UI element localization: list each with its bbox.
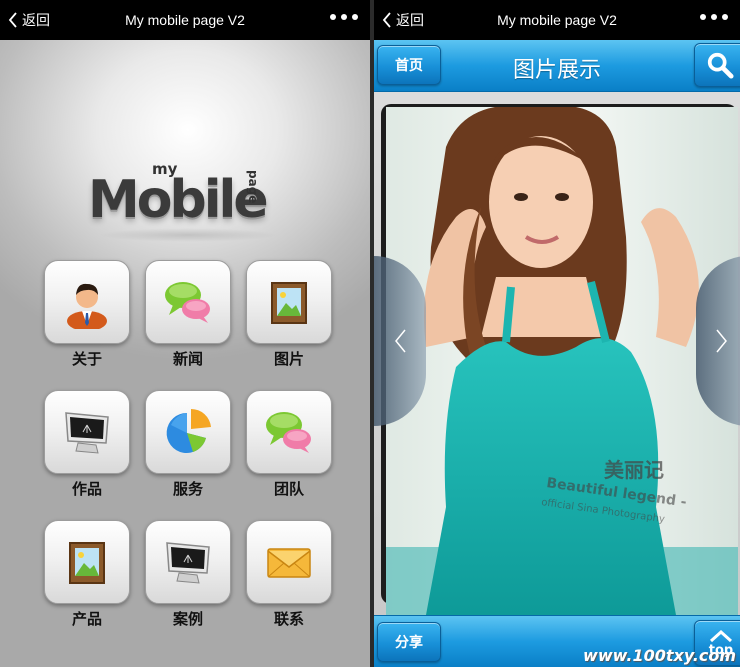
pie-chart-icon <box>166 408 211 453</box>
more-menu-button[interactable] <box>330 14 358 20</box>
prev-photo-button[interactable] <box>374 256 426 426</box>
search-button[interactable] <box>694 43 740 87</box>
chat-icon <box>266 412 311 453</box>
chevron-left-icon <box>382 12 391 28</box>
back-label: 返回 <box>396 12 424 28</box>
tile-about[interactable]: 关于 <box>44 260 130 380</box>
user-icon <box>67 283 107 329</box>
gallery-screen: 返回 My mobile page V2 首页 图片展示 美丽记 Beautif… <box>374 0 740 667</box>
tile-label: 图片 <box>273 350 304 368</box>
mobile-logo: my Mobile page <box>88 160 288 242</box>
tile-label: 作品 <box>71 480 102 498</box>
monitor-icon <box>166 542 210 584</box>
chevron-left-icon <box>395 329 406 353</box>
gallery-title: 图片展示 <box>512 58 601 83</box>
top-bar: 返回 My mobile page V2 <box>374 0 740 40</box>
tile-label: 案例 <box>172 610 203 628</box>
back-label: 返回 <box>22 12 50 28</box>
woman-photo: 美丽记 Beautiful legend - official Sina Pho… <box>386 107 738 615</box>
picture-frame-icon <box>69 542 105 584</box>
picture-frame-icon <box>271 282 307 324</box>
more-menu-button[interactable] <box>700 14 728 20</box>
logo-page-text: page <box>246 170 260 204</box>
site-watermark: www.100txy.com <box>583 646 736 665</box>
envelope-icon <box>267 548 311 578</box>
tile-label: 联系 <box>273 610 304 628</box>
share-button[interactable]: 分享 <box>377 622 441 662</box>
tile-label: 关于 <box>71 350 102 368</box>
tile-service[interactable]: 服务 <box>145 390 231 510</box>
chevron-left-icon <box>8 12 17 28</box>
home-body: my Mobile page 关于 新闻 图片 作品 服务 团队 产品 案例 联… <box>0 40 370 667</box>
photo-watermark-brand: 美丽记 <box>604 458 664 482</box>
back-button[interactable]: 返回 <box>0 10 50 30</box>
top-bar: 返回 My mobile page V2 <box>0 0 370 40</box>
tile-works[interactable]: 作品 <box>44 390 130 510</box>
logo-mobile-text: Mobile <box>88 170 269 230</box>
tile-label: 新闻 <box>172 350 203 368</box>
page-title: My mobile page V2 <box>497 12 617 28</box>
tile-products[interactable]: 产品 <box>44 520 130 640</box>
chevron-up-icon <box>709 629 733 642</box>
page-title: My mobile page V2 <box>125 12 245 28</box>
tile-news[interactable]: 新闻 <box>145 260 231 380</box>
tile-cases[interactable]: 案例 <box>145 520 231 640</box>
tile-label: 团队 <box>273 480 304 498</box>
tile-pictures[interactable]: 图片 <box>246 260 332 380</box>
tile-label: 服务 <box>172 480 203 498</box>
next-photo-button[interactable] <box>696 256 740 426</box>
back-button[interactable]: 返回 <box>374 10 424 30</box>
chat-icon <box>165 282 210 323</box>
chevron-right-icon <box>716 329 727 353</box>
monitor-icon <box>65 412 109 454</box>
gallery-photo[interactable]: 美丽记 Beautiful legend - official Sina Pho… <box>386 107 738 615</box>
tile-contact[interactable]: 联系 <box>246 520 332 640</box>
gallery-header: 首页 图片展示 <box>374 40 740 92</box>
home-screen: 返回 My mobile page V2 my Mobile page 关于 新… <box>0 0 370 667</box>
tile-label: 产品 <box>71 610 102 628</box>
search-icon <box>707 52 734 79</box>
gallery-body: 美丽记 Beautiful legend - official Sina Pho… <box>374 92 740 615</box>
gallery-footer: 分享 top www.100txy.com <box>374 615 740 667</box>
tile-team[interactable]: 团队 <box>246 390 332 510</box>
